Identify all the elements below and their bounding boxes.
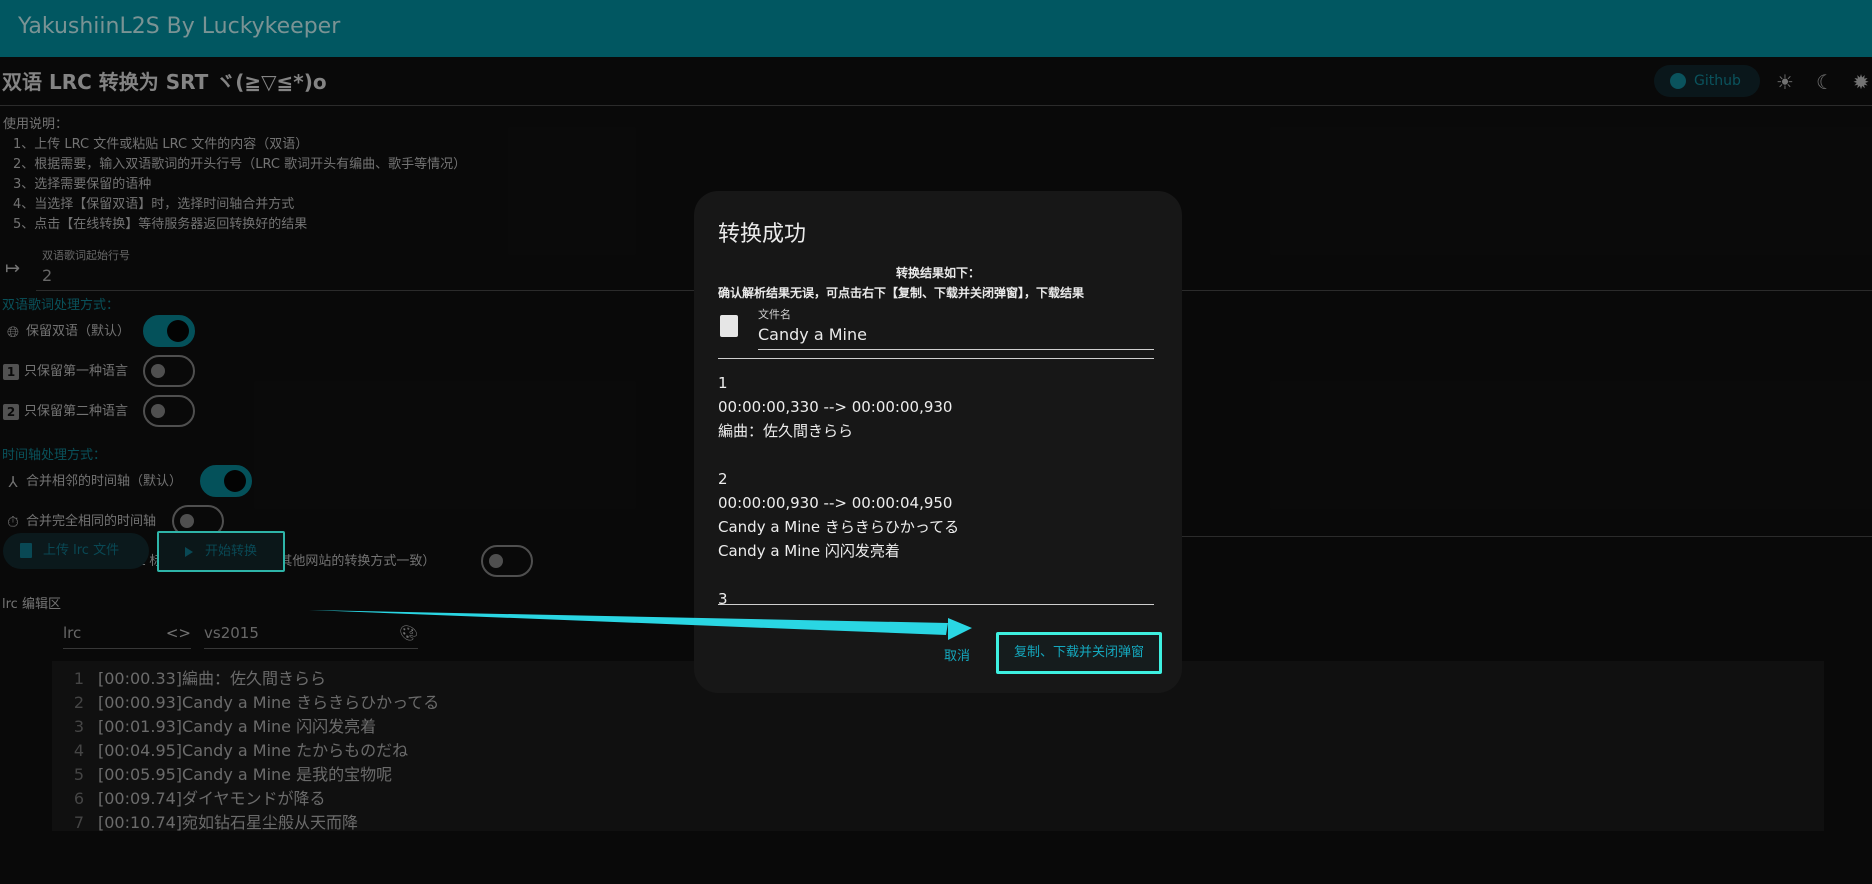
dialog-title: 转换成功 [718, 222, 807, 247]
srt-result-textarea[interactable]: 1 00:00:00,330 --> 00:00:00,930 編曲：佐久間きら… [718, 371, 1154, 605]
dialog-result-heading: 转换结果如下： [895, 266, 980, 280]
copy-download-close-button[interactable]: 复制、下载并关闭弹窗 [996, 632, 1162, 674]
cancel-button[interactable]: 取消 [944, 645, 970, 664]
srt-block: 2 00:00:00,930 --> 00:00:04,950 Candy a … [718, 470, 960, 560]
file-icon [720, 315, 738, 337]
dialog-instruction: 确认解析结果无误，可点击右下【复制、下载并关闭弹窗】，下载结果 [718, 286, 1085, 300]
filename-input[interactable]: Candy a Mine [758, 325, 1154, 350]
dialog-divider [718, 358, 1154, 359]
srt-block: 1 00:00:00,330 --> 00:00:00,930 編曲：佐久間きら… [718, 374, 953, 440]
filename-label: 文件名 [758, 308, 791, 321]
srt-block: 3 [718, 590, 728, 605]
success-dialog: 转换成功 转换结果如下： 确认解析结果无误，可点击右下【复制、下载并关闭弹窗】，… [694, 191, 1182, 693]
